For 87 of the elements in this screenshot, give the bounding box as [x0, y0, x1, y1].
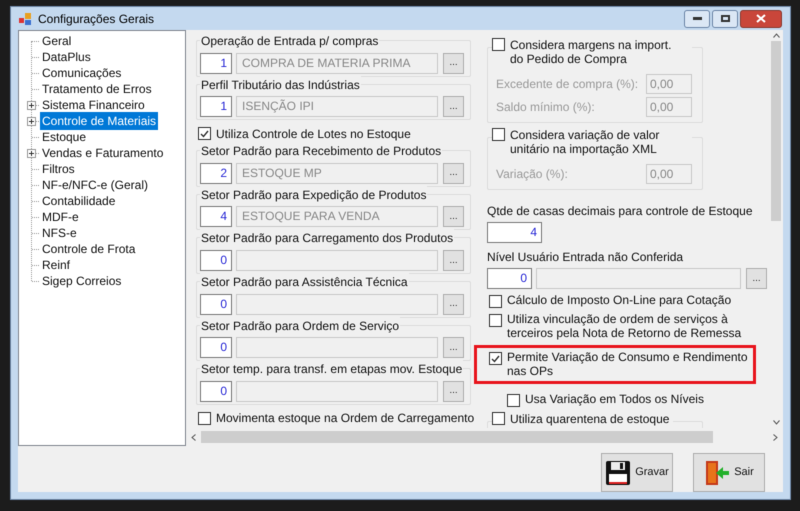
browse-button[interactable]: ... [443, 337, 464, 358]
vertical-scrollbar[interactable] [769, 30, 783, 428]
input-field[interactable]: 4 [487, 222, 542, 243]
scroll-right-icon[interactable] [773, 434, 778, 440]
checkbox[interactable] [507, 394, 520, 407]
action-button[interactable]: Gravar [601, 453, 673, 492]
checkbox[interactable] [492, 38, 505, 51]
field-label: Qtde de casas decimais para controle de Estoque [487, 203, 754, 220]
tree-item[interactable]: Reinf [40, 256, 72, 274]
expand-icon[interactable] [27, 148, 40, 158]
door-arrow-icon [704, 460, 730, 486]
tree-item[interactable]: NF-e/NFC-e (Geral) [40, 176, 150, 194]
tree-item[interactable]: Controle de Materiais [40, 112, 158, 130]
input-field[interactable] [236, 294, 438, 315]
group-label: Setor Padrão para Assistência Técnica [200, 273, 409, 292]
group-label: Setor Padrão para Ordem de Serviço [200, 316, 400, 335]
window-title: Configurações Gerais [38, 10, 154, 28]
browse-button[interactable]: ... [443, 96, 464, 118]
tree-item[interactable]: Filtros [40, 160, 77, 178]
input-field[interactable]: 1 [200, 96, 232, 118]
close-icon [756, 14, 766, 23]
checkbox-label: Considera variação de valor unitário na importação XML [510, 128, 660, 156]
close-button[interactable] [740, 10, 782, 28]
tree-item[interactable]: Controle de Frota [40, 240, 138, 258]
scroll-left-icon[interactable] [191, 434, 196, 440]
field-label: Variação (%): [496, 166, 568, 182]
input-field[interactable] [236, 380, 438, 402]
group-label: Setor temp. para transf. em etapas mov. Estoque [200, 360, 464, 378]
tree-item[interactable]: Tratamento de Erros [40, 80, 154, 98]
input-field[interactable] [236, 337, 438, 358]
input-field[interactable]: 1 [200, 52, 232, 74]
action-button[interactable]: Sair [693, 453, 765, 492]
input-field[interactable]: 0 [200, 294, 232, 315]
tree-item[interactable]: Geral [40, 32, 74, 50]
checkbox[interactable] [489, 352, 502, 365]
field-label: Saldo mínimo (%): [496, 98, 595, 116]
expand-icon[interactable] [27, 100, 40, 110]
scroll-down-icon[interactable] [772, 420, 780, 425]
tree-item[interactable]: Sigep Correios [40, 272, 124, 290]
tree-item[interactable]: Contabilidade [40, 192, 118, 210]
expand-icon[interactable] [27, 116, 40, 126]
scroll-thumb[interactable] [771, 41, 781, 221]
checkbox-label: Considera margens na import. do Pedido de Compra [510, 38, 672, 66]
input-field[interactable]: 0 [200, 337, 232, 358]
checkbox[interactable] [492, 128, 505, 141]
checkbox[interactable] [198, 127, 211, 140]
browse-button[interactable]: ... [443, 380, 464, 402]
input-field[interactable]: 2 [200, 162, 232, 184]
minimize-button[interactable] [684, 10, 710, 28]
checkbox-label: Permite Variação de Consumo e Rendimento nas OPs [507, 350, 749, 378]
group-label: Setor Padrão para Carregamento dos Produtos [200, 229, 454, 248]
tree-item[interactable]: Sistema Financeiro [40, 96, 147, 114]
checkbox[interactable] [489, 295, 502, 308]
browse-button[interactable]: ... [443, 52, 464, 74]
checkbox-label: Movimenta estoque na Ordem de Carregamento [216, 410, 474, 428]
checkbox[interactable] [489, 314, 502, 327]
maximize-button[interactable] [712, 10, 738, 28]
input-field[interactable]: 0 [200, 250, 232, 272]
tree-item[interactable]: Comunicações [40, 64, 124, 82]
input-field[interactable] [236, 250, 438, 272]
app-icon [19, 12, 33, 26]
tree-item[interactable]: MDF-e [40, 208, 81, 226]
tree-item[interactable]: Estoque [40, 128, 88, 146]
checkbox-label: Utiliza quarentena de estoque [510, 412, 670, 426]
checkbox-label: Usa Variação em Todos os Níveis [525, 392, 705, 406]
input-field[interactable]: 4 [200, 206, 232, 228]
group-label: Setor Padrão para Expedição de Produtos [200, 186, 428, 204]
checkbox[interactable] [492, 412, 505, 425]
scroll-up-icon[interactable] [772, 33, 780, 38]
input-field[interactable]: 0 [200, 380, 232, 402]
input-field[interactable]: 0 [487, 268, 532, 289]
checkbox-label: Utiliza vinculação de ordem de serviços à terceiros pela Nota de Retorno de Remessa [507, 312, 742, 340]
checkbox-label: Cálculo de Imposto On-Line para Cotação [507, 293, 732, 307]
tree-item[interactable]: Vendas e Faturamento [40, 144, 166, 162]
browse-button[interactable]: ... [443, 250, 464, 272]
tree-item[interactable]: NFS-e [40, 224, 79, 242]
browse-button[interactable]: ... [443, 162, 464, 184]
input-field[interactable] [536, 268, 741, 289]
browse-button[interactable]: ... [443, 206, 464, 228]
checkbox[interactable] [198, 412, 211, 425]
browse-button[interactable]: ... [746, 268, 767, 289]
field-label: Excedente de compra (%): [496, 76, 638, 92]
field-label: Nível Usuário Entrada não Conferida [487, 249, 684, 266]
checkbox-label: Utiliza Controle de Lotes no Estoque [216, 126, 411, 143]
tree-item[interactable]: DataPlus [40, 48, 93, 66]
scroll-thumb[interactable] [201, 431, 713, 443]
browse-button[interactable]: ... [443, 294, 464, 315]
